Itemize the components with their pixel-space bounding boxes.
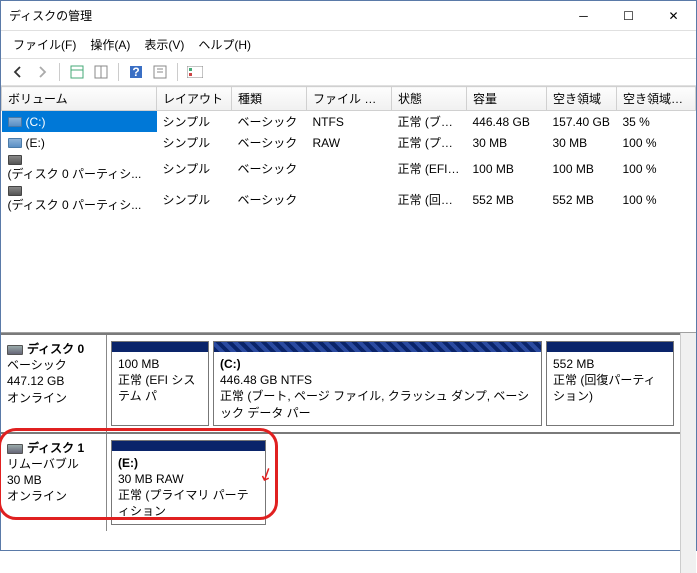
disk-icon: [7, 444, 23, 454]
menu-view[interactable]: 表示(V): [138, 33, 190, 56]
partition[interactable]: (C:) 446.48 GB NTFS 正常 (ブート, ページ ファイル, ク…: [213, 341, 542, 426]
disk-kind: リムーバブル: [7, 456, 100, 472]
forward-button[interactable]: [31, 61, 53, 83]
svg-text:?: ?: [132, 65, 139, 79]
partition[interactable]: 552 MB 正常 (回復パーティション): [546, 341, 674, 426]
window-controls: ─ ☐ ✕: [561, 1, 696, 30]
col-fs[interactable]: ファイル システム: [307, 87, 392, 111]
minimize-button[interactable]: ─: [561, 1, 606, 30]
table-row[interactable]: (E:)シンプルベーシックRAW正常 (プラ...30 MB30 MB100 %: [2, 132, 696, 153]
col-status[interactable]: 状態: [392, 87, 467, 111]
col-volume[interactable]: ボリューム: [2, 87, 157, 111]
disk-size: 30 MB: [7, 472, 100, 488]
disk-map-area: ディスク 0 ベーシック 447.12 GB オンライン 100 MB 正常 (…: [1, 333, 696, 573]
disk-kind: ベーシック: [7, 357, 100, 373]
volume-icon: [8, 186, 22, 196]
partition-status: 正常 (プライマリ パーティション: [118, 487, 259, 519]
col-type[interactable]: 種類: [232, 87, 307, 111]
disk-info[interactable]: ディスク 1 リムーバブル 30 MB オンライン: [1, 434, 107, 531]
partition-size: 552 MB: [553, 356, 667, 372]
toolbar-view-icon[interactable]: [66, 61, 88, 83]
volume-list: ボリューム レイアウト 種類 ファイル システム 状態 容量 空き領域 空き領域…: [1, 86, 696, 333]
partition-header: [214, 342, 541, 352]
partition-size: 30 MB RAW: [118, 471, 259, 487]
vertical-scrollbar[interactable]: [680, 333, 696, 573]
partition-name: (E:): [118, 455, 259, 471]
partition-name: (C:): [220, 356, 535, 372]
partition-status: 正常 (ブート, ページ ファイル, クラッシュ ダンプ, ベーシック データ …: [220, 388, 535, 420]
disk-name: ディスク 1: [27, 441, 84, 455]
menu-action[interactable]: 操作(A): [84, 33, 136, 56]
close-button[interactable]: ✕: [651, 1, 696, 30]
toolbar-properties-icon[interactable]: [90, 61, 112, 83]
col-pct[interactable]: 空き領域の割...: [617, 87, 696, 111]
partition-size: 446.48 GB NTFS: [220, 372, 535, 388]
disk-icon: [7, 345, 23, 355]
partition-header: [547, 342, 673, 352]
volume-table: ボリューム レイアウト 種類 ファイル システム 状態 容量 空き領域 空き領域…: [1, 86, 696, 215]
table-header-row: ボリューム レイアウト 種類 ファイル システム 状態 容量 空き領域 空き領域…: [2, 87, 696, 111]
maximize-button[interactable]: ☐: [606, 1, 651, 30]
menu-bar: ファイル(F) 操作(A) 表示(V) ヘルプ(H): [1, 31, 696, 58]
disk-row: ディスク 1 リムーバブル 30 MB オンライン (E:) 30 MB RAW…: [1, 432, 680, 531]
partition-header: [112, 342, 208, 352]
disk-size: 447.12 GB: [7, 373, 100, 389]
partition-header: [112, 441, 265, 451]
partition[interactable]: 100 MB 正常 (EFI システム パ: [111, 341, 209, 426]
volume-icon: [8, 117, 22, 127]
title-bar: ディスクの管理 ─ ☐ ✕: [1, 1, 696, 31]
volume-icon: [8, 155, 22, 165]
disk-map: ディスク 0 ベーシック 447.12 GB オンライン 100 MB 正常 (…: [1, 333, 680, 573]
volume-icon: [8, 138, 22, 148]
partition-size: 100 MB: [118, 356, 202, 372]
disk-partitions: 100 MB 正常 (EFI システム パ (C:) 446.48 GB NTF…: [107, 335, 680, 432]
partition-status: 正常 (回復パーティション): [553, 372, 667, 404]
back-button[interactable]: [7, 61, 29, 83]
table-row[interactable]: (ディスク 0 パーティシ...シンプルベーシック正常 (EFI ...100 …: [2, 153, 696, 184]
menu-file[interactable]: ファイル(F): [7, 33, 82, 56]
refresh-icon[interactable]: [149, 61, 171, 83]
disk-info[interactable]: ディスク 0 ベーシック 447.12 GB オンライン: [1, 335, 107, 432]
col-layout[interactable]: レイアウト: [157, 87, 232, 111]
disk-status: オンライン: [7, 390, 100, 406]
disk-status: オンライン: [7, 488, 100, 504]
help-icon[interactable]: ?: [125, 61, 147, 83]
table-row[interactable]: (ディスク 0 パーティシ...シンプルベーシック正常 (回復...552 MB…: [2, 184, 696, 215]
menu-help[interactable]: ヘルプ(H): [192, 33, 257, 56]
window-title: ディスクの管理: [9, 7, 561, 24]
partition[interactable]: (E:) 30 MB RAW 正常 (プライマリ パーティション: [111, 440, 266, 525]
disk-partitions: (E:) 30 MB RAW 正常 (プライマリ パーティション ↙: [107, 434, 680, 531]
disk-name: ディスク 0: [27, 342, 84, 356]
separator: [177, 63, 178, 81]
col-capacity[interactable]: 容量: [467, 87, 547, 111]
col-free[interactable]: 空き領域: [547, 87, 617, 111]
separator: [59, 63, 60, 81]
table-row[interactable]: (C:)シンプルベーシックNTFS正常 (ブート...446.48 GB157.…: [2, 111, 696, 133]
disk-row: ディスク 0 ベーシック 447.12 GB オンライン 100 MB 正常 (…: [1, 333, 680, 432]
partition-status: 正常 (EFI システム パ: [118, 372, 202, 404]
toolbar: ?: [1, 58, 696, 86]
separator: [118, 63, 119, 81]
toolbar-legend-icon[interactable]: [184, 61, 206, 83]
